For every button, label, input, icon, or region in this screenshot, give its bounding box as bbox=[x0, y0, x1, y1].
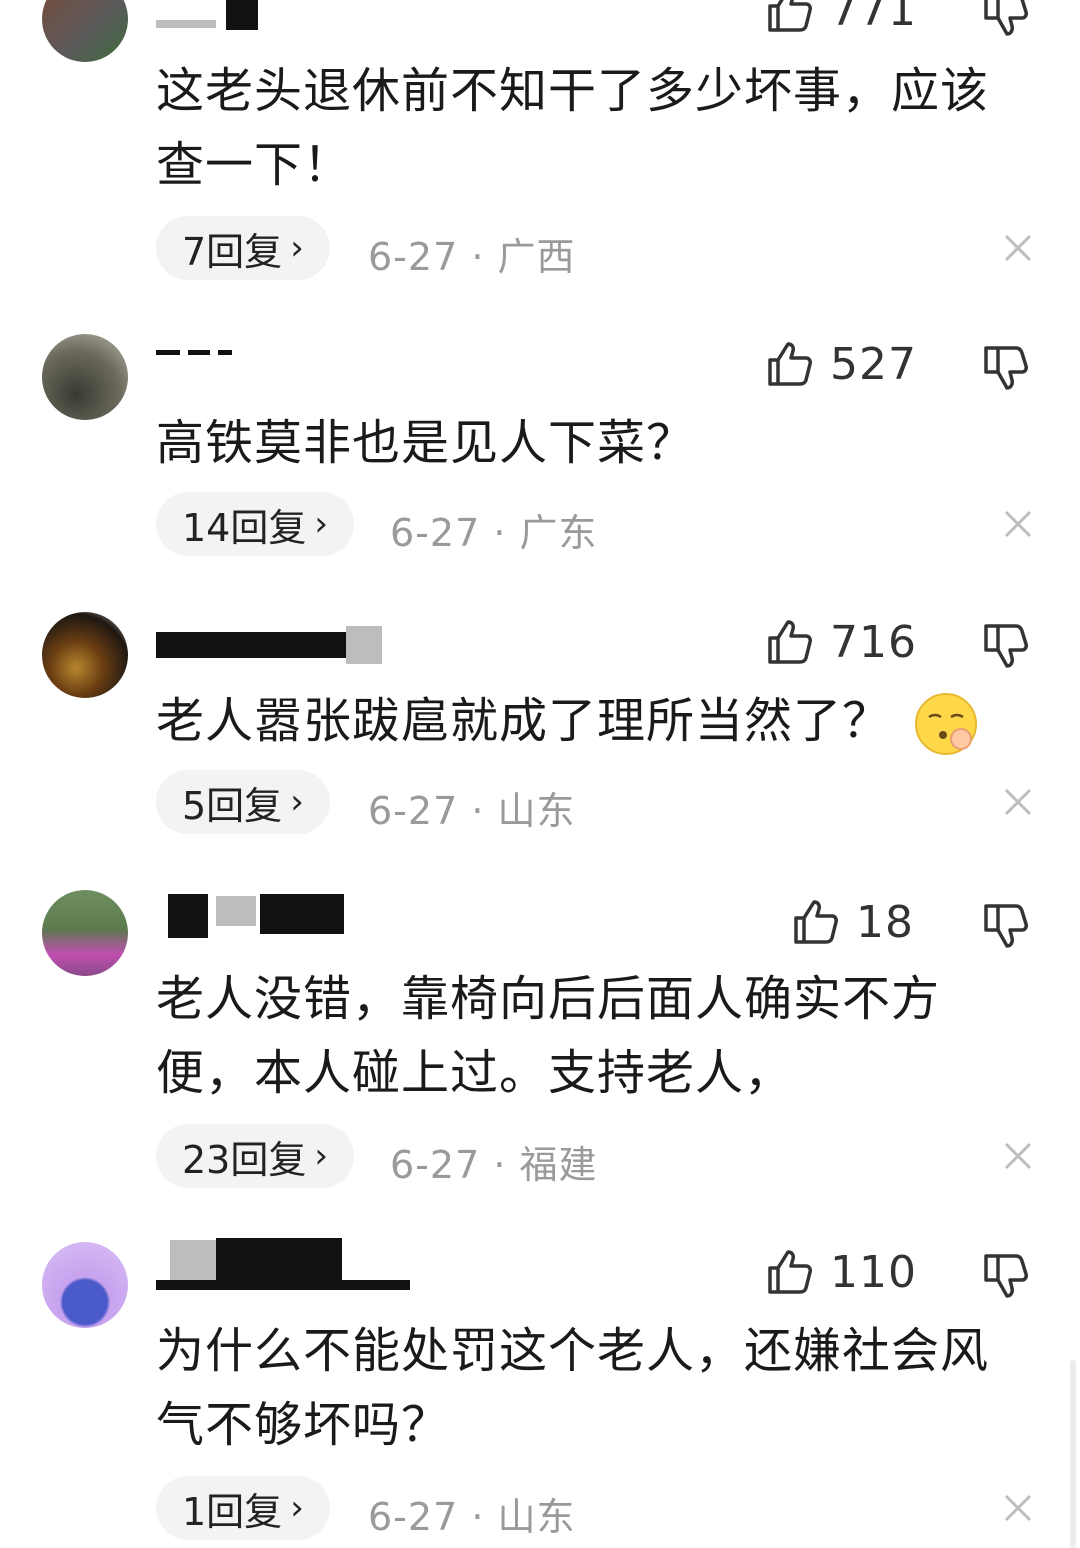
username[interactable] bbox=[156, 620, 386, 664]
thumbs-up-icon bbox=[768, 1250, 812, 1294]
comment-meta: 6-27 · 广东 bbox=[390, 511, 598, 555]
like-button[interactable]: 527 bbox=[766, 336, 917, 392]
reply-count: 23回复 bbox=[182, 1137, 307, 1182]
comment-text: 老人没错，靠椅向后后面人确实不方便，本人碰上过。支持老人， bbox=[156, 971, 941, 1101]
comment-meta: 6-27 · 广西 bbox=[368, 235, 576, 279]
thumbs-up-icon bbox=[768, 342, 812, 386]
comment-text: 高铁莫非也是见人下菜？ bbox=[156, 415, 696, 471]
reply-count: 1回复 bbox=[182, 1489, 283, 1534]
comment-text: 为什么不能处罚这个老人，还嫌社会风气不够坏吗？ bbox=[156, 1323, 990, 1453]
like-count: 771 bbox=[830, 0, 917, 36]
reply-button[interactable]: 1回复 › bbox=[156, 1476, 330, 1540]
username[interactable] bbox=[156, 342, 236, 378]
reply-button[interactable]: 23回复 › bbox=[156, 1124, 354, 1188]
avatar[interactable] bbox=[42, 612, 128, 698]
chevron-right-icon: › bbox=[314, 504, 328, 544]
avatar[interactable] bbox=[42, 334, 128, 420]
username[interactable] bbox=[156, 0, 266, 36]
comment-text: 这老头退休前不知干了多少坏事，应该查一下！ bbox=[156, 63, 990, 193]
thumbs-up-icon bbox=[768, 620, 812, 664]
like-count: 110 bbox=[830, 1246, 917, 1298]
thumbs-down-icon[interactable] bbox=[980, 900, 1030, 950]
comment-list: 771 这老头退休前不知干了多少坏事，应该查一下！ 7回复 › 6-27 · 广… bbox=[0, 0, 1080, 1548]
comment-item: 110 为什么不能处罚这个老人，还嫌社会风气不够坏吗？ 1回复 › 6-27 ·… bbox=[0, 1228, 1080, 1548]
close-icon[interactable] bbox=[998, 1488, 1038, 1528]
avatar[interactable] bbox=[42, 0, 128, 62]
comment-item: 716 老人嚣张跋扈就成了理所当然了？ 5回复 › 6-27 · 山东 bbox=[0, 598, 1080, 858]
thumbs-down-icon[interactable] bbox=[980, 1250, 1030, 1300]
reply-count: 14回复 bbox=[182, 505, 307, 550]
comment-item: 771 这老头退休前不知干了多少坏事，应该查一下！ 7回复 › 6-27 · 广… bbox=[0, 0, 1080, 300]
thumbs-down-icon[interactable] bbox=[980, 0, 1030, 38]
avatar[interactable] bbox=[42, 1242, 128, 1328]
like-count: 716 bbox=[830, 616, 917, 668]
close-icon[interactable] bbox=[998, 228, 1038, 268]
comment-item: 527 高铁莫非也是见人下菜？ 14回复 › 6-27 · 广东 bbox=[0, 320, 1080, 580]
chevron-right-icon: › bbox=[290, 1488, 304, 1528]
like-button[interactable]: 18 bbox=[792, 894, 914, 950]
close-icon[interactable] bbox=[998, 504, 1038, 544]
comment-text-body: 老人嚣张跋扈就成了理所当然了？ bbox=[156, 693, 892, 749]
chevron-right-icon: › bbox=[290, 782, 304, 822]
thumbs-down-icon[interactable] bbox=[980, 620, 1030, 670]
like-button[interactable]: 771 bbox=[766, 0, 917, 38]
scrollbar[interactable] bbox=[1070, 1360, 1076, 1548]
thumbs-up-icon bbox=[794, 900, 838, 944]
comment-meta: 6-27 · 山东 bbox=[368, 1495, 576, 1539]
emoji-icon bbox=[915, 693, 978, 755]
like-button[interactable]: 716 bbox=[766, 614, 917, 670]
like-count: 527 bbox=[830, 338, 917, 390]
like-button[interactable]: 110 bbox=[766, 1244, 917, 1300]
username[interactable] bbox=[156, 1236, 416, 1290]
comment-meta: 6-27 · 山东 bbox=[368, 789, 576, 833]
reply-count: 7回复 bbox=[182, 229, 283, 274]
reply-button[interactable]: 14回复 › bbox=[156, 492, 354, 556]
reply-count: 5回复 bbox=[182, 783, 283, 828]
avatar[interactable] bbox=[42, 890, 128, 976]
username[interactable] bbox=[156, 892, 346, 938]
chevron-right-icon: › bbox=[314, 1136, 328, 1176]
like-count: 18 bbox=[856, 896, 914, 948]
reply-button[interactable]: 7回复 › bbox=[156, 216, 330, 280]
thumbs-up-icon bbox=[768, 0, 812, 32]
reply-button[interactable]: 5回复 › bbox=[156, 770, 330, 834]
close-icon[interactable] bbox=[998, 782, 1038, 822]
comment-meta: 6-27 · 福建 bbox=[390, 1143, 598, 1187]
thumbs-down-icon[interactable] bbox=[980, 342, 1030, 392]
close-icon[interactable] bbox=[998, 1136, 1038, 1176]
comment-text: 老人嚣张跋扈就成了理所当然了？ bbox=[156, 684, 1016, 758]
chevron-right-icon: › bbox=[290, 228, 304, 268]
comment-item: 18 老人没错，靠椅向后后面人确实不方便，本人碰上过。支持老人， 23回复 › … bbox=[0, 876, 1080, 1206]
